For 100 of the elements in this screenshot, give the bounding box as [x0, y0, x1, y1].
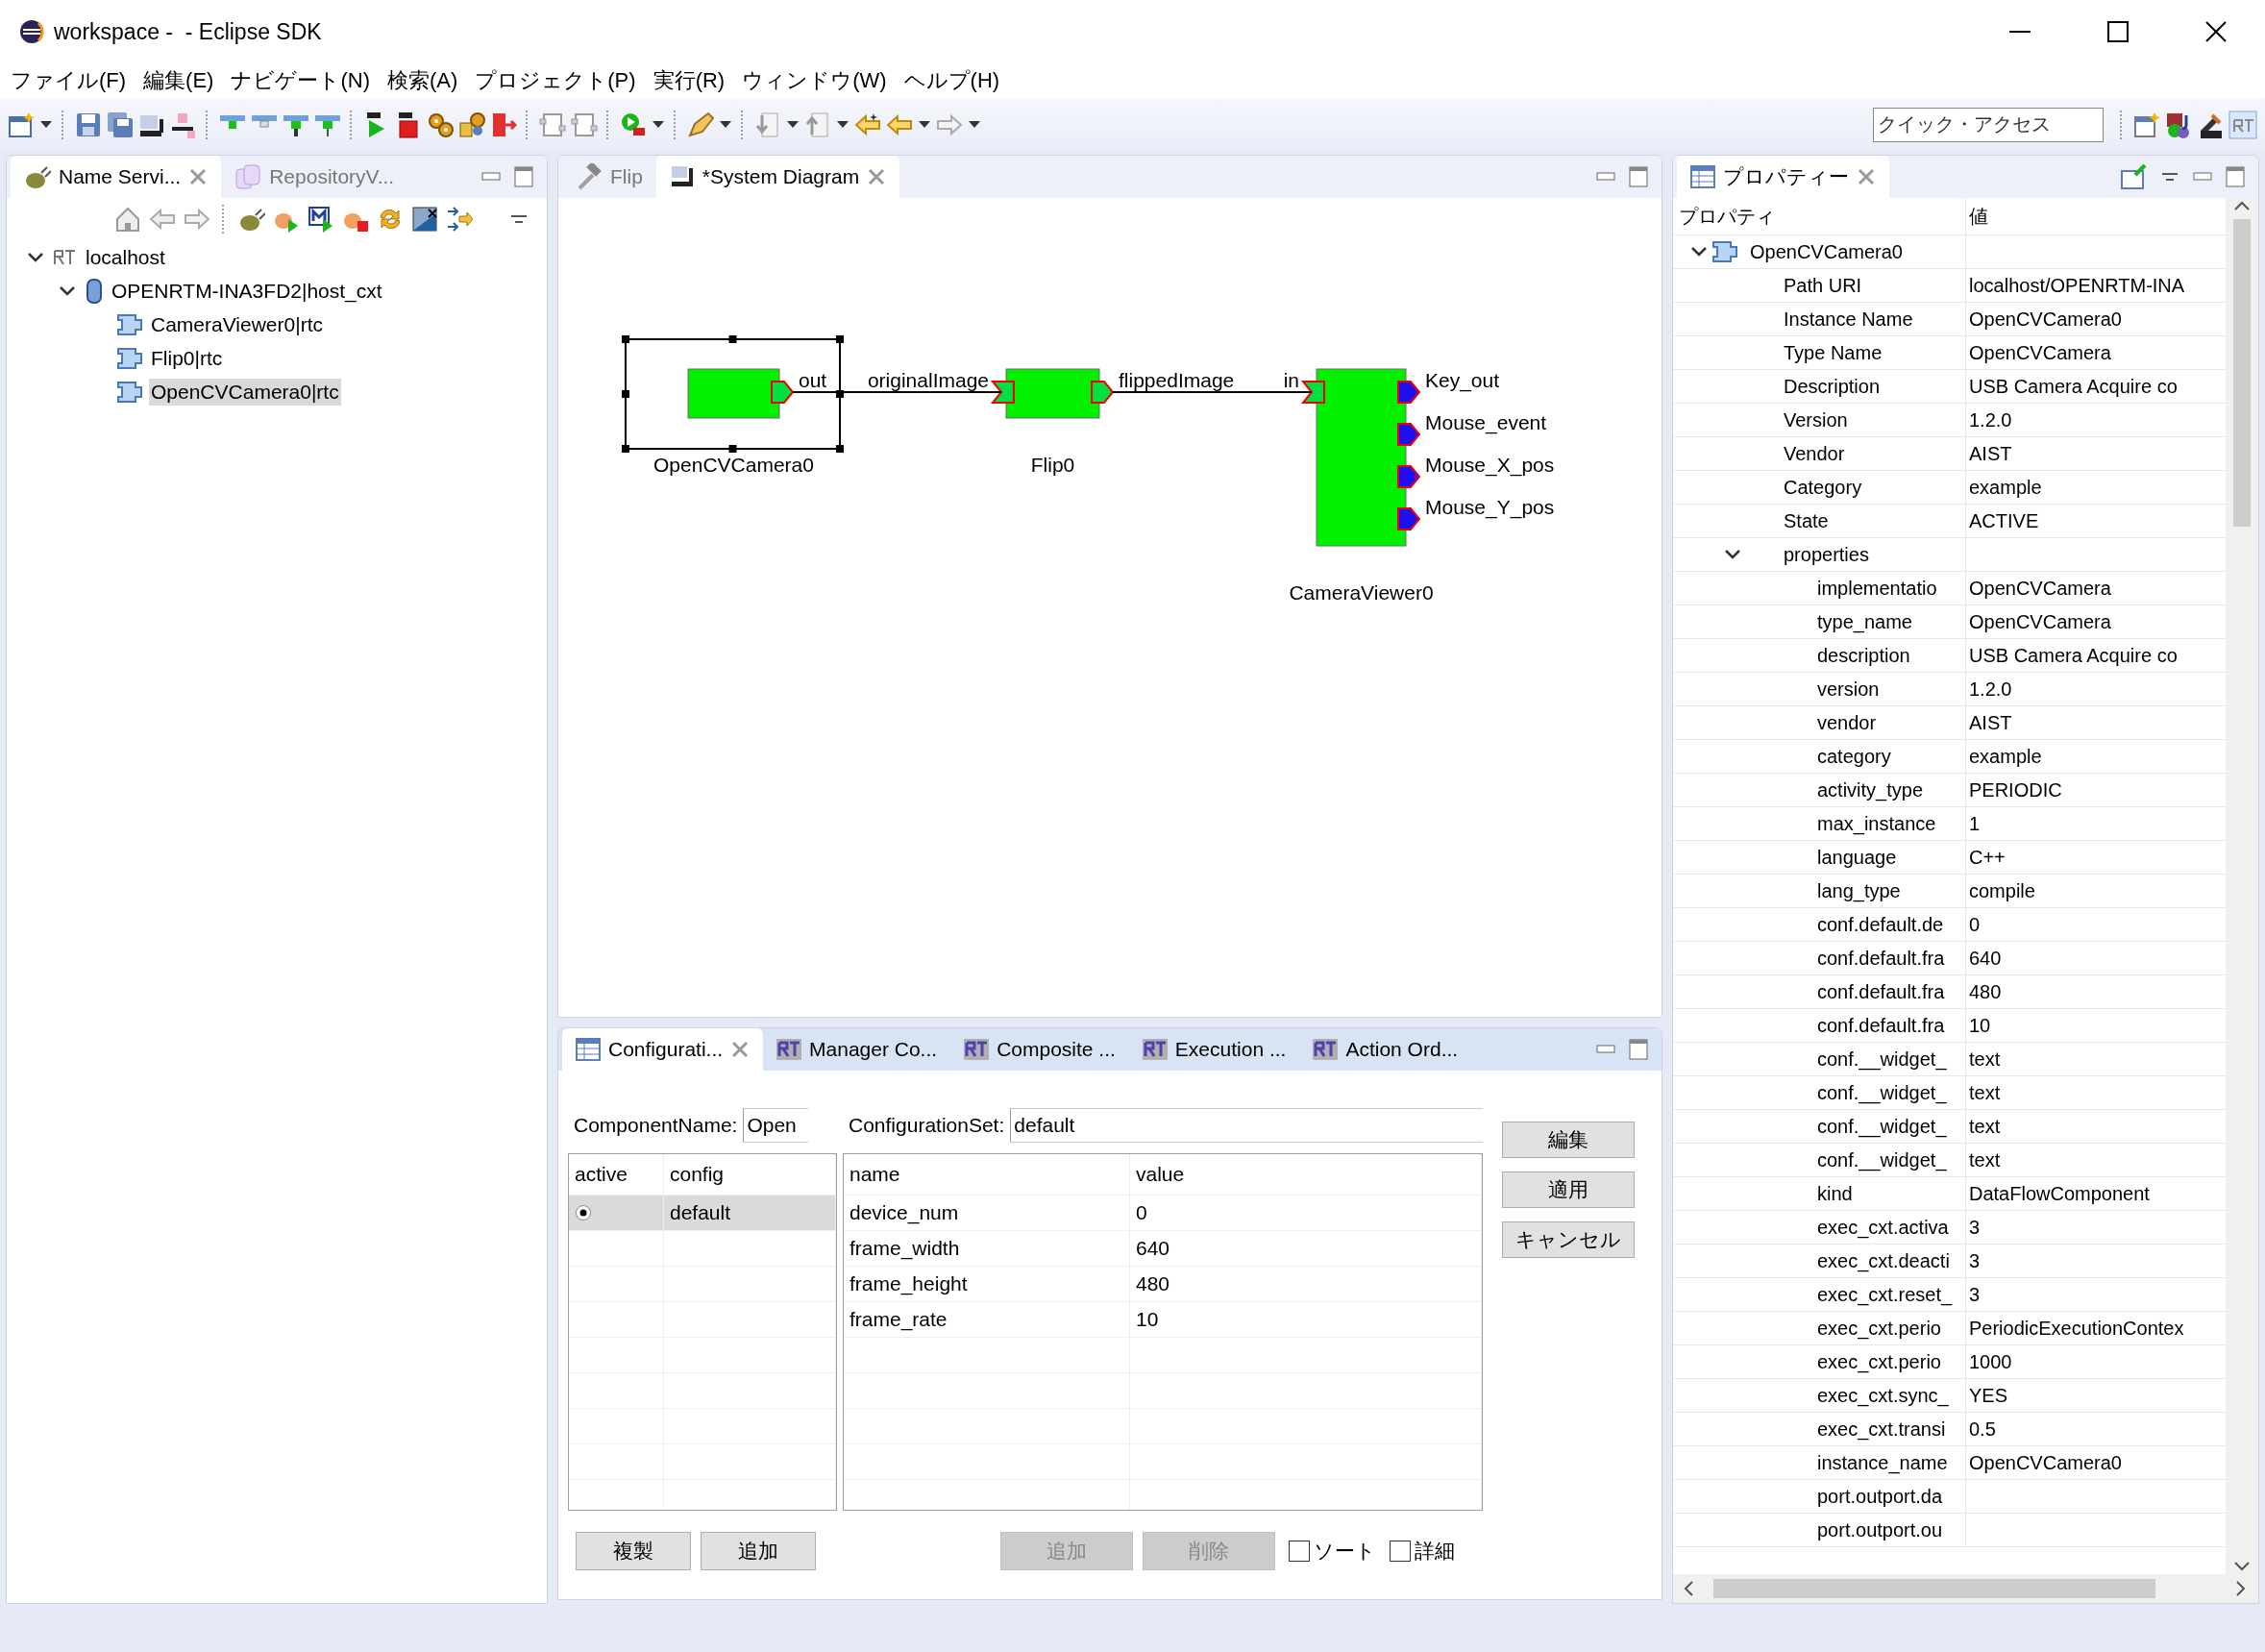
checkbox[interactable]: ソート: [1289, 1538, 1376, 1565]
menu-item[interactable]: 検索(A): [378, 66, 467, 95]
quick-access-field[interactable]: クイック・アクセス: [1873, 107, 2104, 142]
tab[interactable]: Configurati...: [562, 1028, 764, 1071]
text-field[interactable]: default: [1010, 1108, 1483, 1143]
home-icon[interactable]: [114, 206, 141, 233]
merge-icon[interactable]: [446, 206, 473, 233]
tree-item[interactable]: Flip0|rtc: [149, 344, 225, 372]
checkbox[interactable]: 詳細: [1390, 1538, 1455, 1565]
menu-item[interactable]: ウィンドウ(W): [733, 66, 896, 95]
tab[interactable]: プロパティー: [1677, 156, 1889, 198]
menu-item[interactable]: 実行(R): [644, 66, 734, 95]
table-row[interactable]: default: [569, 1196, 836, 1231]
deactivate-icon[interactable]: [170, 111, 197, 138]
erase-icon[interactable]: [411, 206, 438, 233]
property-value: OpenCVCamera0: [1969, 308, 2122, 331]
port-label: originalImage: [867, 369, 989, 391]
play-icon[interactable]: [308, 206, 334, 233]
port-label: Mouse_X_pos: [1425, 454, 1555, 476]
button[interactable]: 複製: [576, 1532, 691, 1570]
view-menu-icon[interactable]: [2160, 170, 2179, 184]
column-header[interactable]: name: [844, 1154, 1130, 1195]
gears-icon[interactable]: [427, 111, 454, 138]
column-header[interactable]: value: [1130, 1154, 1482, 1195]
back-icon[interactable]: [149, 206, 176, 233]
view-menu-icon[interactable]: [509, 212, 529, 226]
maximize-icon[interactable]: [2105, 19, 2130, 44]
property-name: conf.default.fra: [1817, 947, 1945, 970]
tab[interactable]: Manager Co...: [763, 1028, 951, 1071]
save-icon[interactable]: [75, 111, 102, 138]
caret-icon[interactable]: [786, 120, 800, 129]
menu-item[interactable]: 編集(E): [135, 66, 223, 95]
property-name: max_instance: [1817, 812, 1936, 835]
tab[interactable]: Composite ...: [950, 1028, 1129, 1071]
caret-icon[interactable]: [836, 120, 849, 129]
tab[interactable]: RepositoryV...: [221, 156, 408, 198]
caret-icon[interactable]: [719, 120, 732, 129]
tree-item[interactable]: OPENRTM-INA3FD2|host_cxt: [110, 277, 384, 305]
property-name: port.outport.da: [1817, 1485, 1943, 1508]
menu-item[interactable]: ナビゲート(N): [222, 66, 379, 95]
new-file-icon[interactable]: [8, 111, 35, 138]
tab[interactable]: Action Ord...: [1299, 1028, 1472, 1071]
gears-icon[interactable]: [458, 111, 485, 138]
button[interactable]: 追加: [701, 1532, 816, 1570]
scrollbar[interactable]: [2226, 198, 2258, 1574]
document-down-icon[interactable]: [754, 111, 781, 138]
pin-view-icon[interactable]: [2120, 163, 2147, 190]
rt-perspective-icon[interactable]: [2228, 110, 2257, 139]
property-name: Path URI: [1784, 274, 1862, 297]
tree-item[interactable]: OpenCVCamera0|rtc: [149, 378, 341, 406]
menu-item[interactable]: プロジェクト(P): [466, 66, 645, 95]
property-name: exec_cxt.perio: [1817, 1350, 1941, 1373]
radio-button[interactable]: [575, 1204, 592, 1221]
table-icon: [1690, 164, 1715, 189]
property-name: vendor: [1817, 711, 1877, 734]
scroll-thumb[interactable]: [1713, 1579, 2155, 1598]
property-name: exec_cxt.sync_: [1817, 1384, 1949, 1407]
column-header[interactable]: config: [664, 1154, 836, 1195]
caret-icon[interactable]: [652, 120, 665, 129]
close-icon[interactable]: [2203, 19, 2228, 44]
property-name: Instance Name: [1784, 308, 1913, 331]
button[interactable]: 編集: [1502, 1122, 1635, 1158]
property-name: conf.__widget_: [1817, 1048, 1947, 1071]
text-field[interactable]: Open: [743, 1108, 809, 1143]
tab[interactable]: *System Diagram: [655, 156, 900, 198]
database-icon: [234, 163, 262, 190]
column-header[interactable]: プロパティ: [1679, 203, 1775, 230]
scroll-thumb[interactable]: [2233, 219, 2251, 527]
exit-icon[interactable]: [490, 111, 517, 138]
tab[interactable]: Execution ...: [1128, 1028, 1300, 1071]
button[interactable]: 適用: [1502, 1171, 1635, 1208]
property-name: version: [1817, 678, 1880, 701]
property-value: PERIODIC: [1969, 778, 2062, 801]
caret-icon[interactable]: [39, 120, 53, 129]
plug-icon[interactable]: [238, 206, 265, 233]
menu-item[interactable]: ヘルプ(H): [895, 66, 1009, 95]
tree-item[interactable]: CameraViewer0|rtc: [149, 310, 325, 338]
column-header[interactable]: 値: [1969, 203, 1988, 230]
property-value: example: [1969, 745, 2042, 768]
button[interactable]: キャンセル: [1502, 1221, 1635, 1258]
tree-item[interactable]: localhost: [84, 243, 167, 271]
run-icon[interactable]: [620, 111, 647, 138]
java-perspective-icon[interactable]: [2165, 111, 2192, 138]
perspective-icon[interactable]: [2133, 111, 2160, 138]
scrollbar[interactable]: [1673, 1574, 2258, 1603]
save-all-icon[interactable]: [107, 111, 134, 138]
document-up-icon[interactable]: [804, 111, 831, 138]
forward-icon[interactable]: [184, 206, 210, 233]
tab[interactable]: Name Servi...: [11, 156, 222, 198]
rt-icon: [776, 1039, 802, 1060]
menu-item[interactable]: ファイル(F): [2, 66, 135, 95]
hammer-icon: [576, 163, 603, 190]
caret-icon[interactable]: [918, 120, 931, 129]
pen-icon[interactable]: [687, 111, 714, 138]
property-name: lang_type: [1817, 879, 1901, 902]
property-name: State: [1784, 509, 1829, 532]
tab[interactable]: Flip: [562, 156, 656, 198]
column-header[interactable]: active: [569, 1154, 664, 1195]
caret-icon[interactable]: [968, 120, 981, 129]
property-name: conf.__widget_: [1817, 1148, 1947, 1171]
